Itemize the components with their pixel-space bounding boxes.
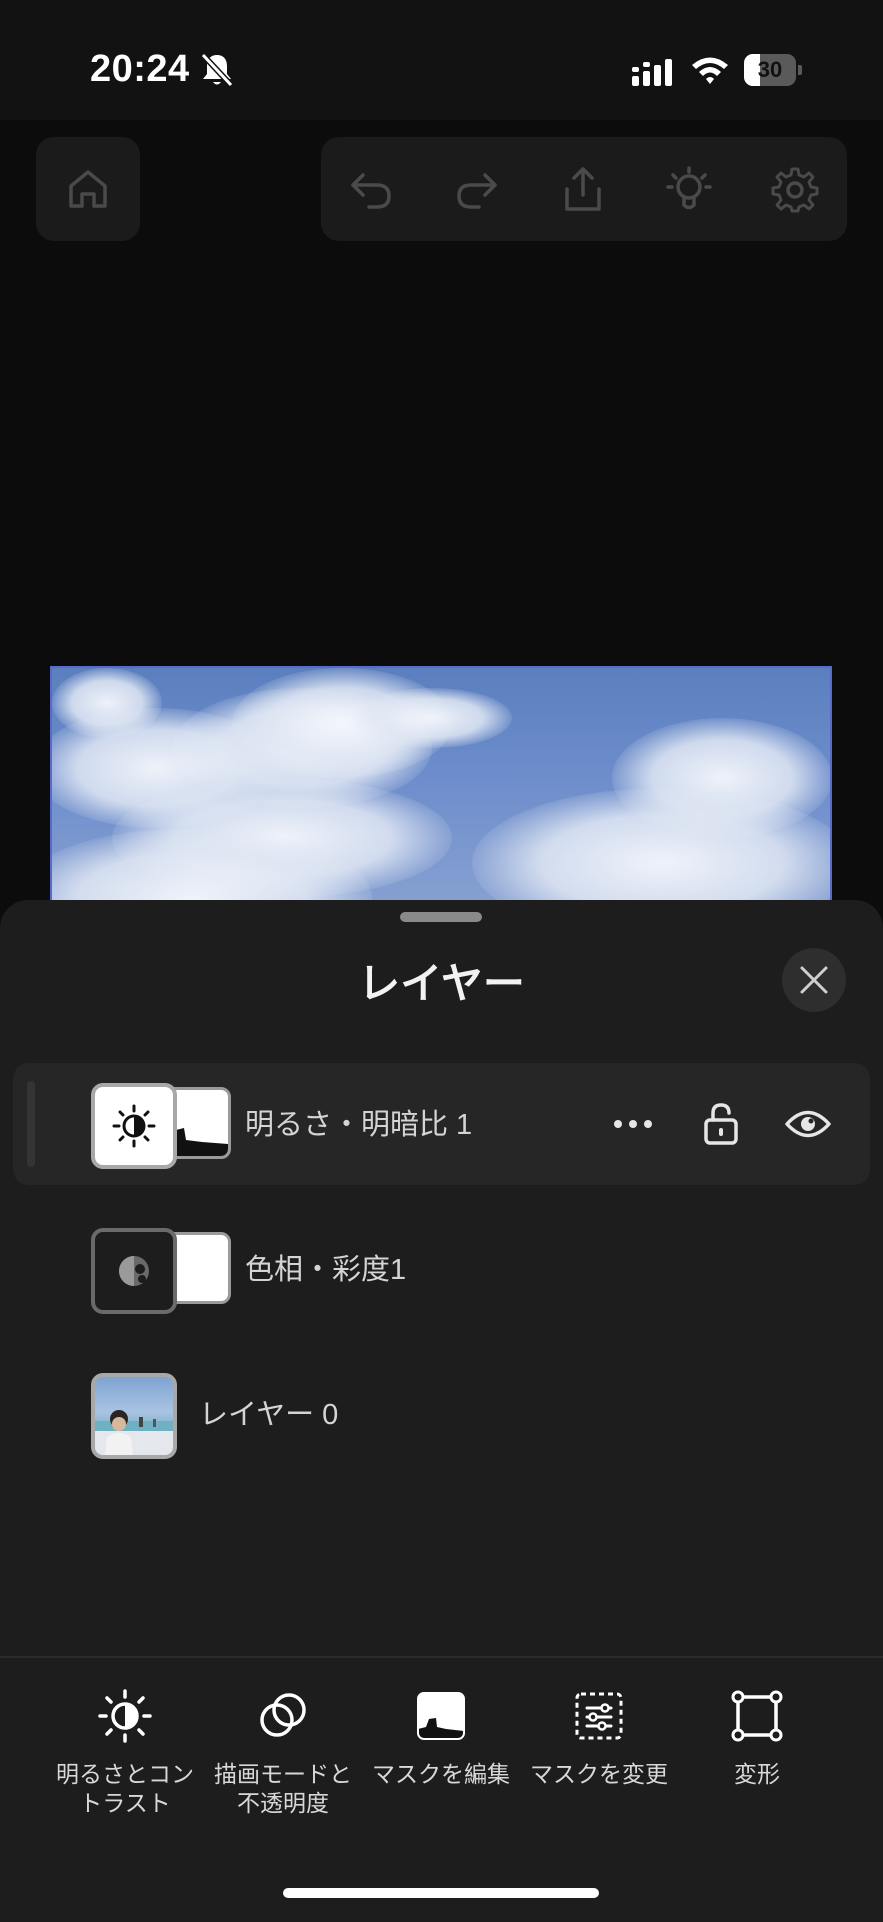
hue-saturation-icon: [119, 1256, 149, 1286]
unlock-icon: [704, 1103, 738, 1145]
action-label: マスクを編集: [372, 1761, 510, 1787]
more-icon: [614, 1120, 652, 1128]
battery-cap: [798, 65, 802, 75]
adjustment-thumbnail: [91, 1083, 177, 1169]
home-button[interactable]: [36, 137, 140, 241]
brightness-icon: [98, 1689, 152, 1743]
cellular-signal-icon: [632, 59, 672, 86]
action-label: マスクを変更: [530, 1761, 668, 1787]
mask-adjust-icon: [575, 1692, 623, 1740]
close-button[interactable]: [782, 948, 846, 1012]
battery-body: 30: [744, 54, 796, 86]
layer-thumbnail: [91, 1083, 239, 1169]
edit-toolbar: [321, 137, 847, 241]
transform-button[interactable]: 変形: [672, 1688, 842, 1789]
action-label: 描画モードと 不透明度: [214, 1761, 352, 1816]
edit-mask-button[interactable]: マスクを編集: [356, 1688, 526, 1789]
layer-name: 色相・彩度1: [245, 1254, 407, 1286]
adjustment-thumbnail: [91, 1228, 177, 1314]
transform-icon: [731, 1690, 783, 1742]
blend-mode-icon: [260, 1693, 306, 1737]
lightbulb-icon: [666, 166, 712, 210]
redo-button[interactable]: [452, 164, 502, 214]
share-button[interactable]: [558, 164, 608, 214]
layer-more-button[interactable]: [607, 1098, 659, 1150]
status-bar: 20:24 30: [0, 0, 883, 120]
layer-thumbnail: [91, 1228, 239, 1314]
layer-row-hue-saturation[interactable]: 色相・彩度1: [13, 1208, 870, 1330]
redo-icon: [457, 173, 497, 209]
home-icon: [69, 170, 107, 208]
undo-button[interactable]: [346, 164, 396, 214]
wifi-icon: [692, 57, 728, 84]
layer-name: 明るさ・明暗比 1: [245, 1109, 473, 1141]
eye-icon: [785, 1110, 831, 1138]
undo-icon: [351, 173, 391, 209]
mask-icon: [417, 1692, 465, 1740]
adjustment-action-bar: 明るさとコン トラスト 描画モードと 不透明度 マスクを編集 マスクを変更 変形: [0, 1656, 883, 1922]
close-icon: [800, 966, 828, 994]
canvas-image[interactable]: [50, 666, 832, 926]
layer-visibility-button[interactable]: [782, 1098, 834, 1150]
action-label: 変形: [734, 1761, 780, 1787]
blend-mode-opacity-button[interactable]: 描画モードと 不透明度: [198, 1688, 368, 1818]
home-indicator: [283, 1888, 599, 1898]
cloud: [352, 688, 512, 748]
layer-name: レイヤー 0: [199, 1399, 339, 1431]
settings-button[interactable]: [770, 164, 820, 214]
battery-indicator: 30: [744, 54, 802, 86]
photo-thumbnail: [91, 1373, 177, 1459]
tips-button[interactable]: [664, 164, 714, 214]
change-mask-button[interactable]: マスクを変更: [514, 1688, 684, 1789]
battery-level: 30: [757, 57, 783, 82]
brightness-contrast-button[interactable]: 明るさとコン トラスト: [40, 1688, 210, 1818]
action-label: 明るさとコン トラスト: [56, 1761, 194, 1816]
brightness-icon: [112, 1104, 156, 1148]
layer-lock-button[interactable]: [695, 1098, 747, 1150]
gear-icon: [771, 167, 819, 213]
status-time: 20:24: [90, 48, 190, 90]
drag-handle[interactable]: [27, 1081, 35, 1167]
sheet-grabber[interactable]: [400, 912, 482, 922]
share-icon: [565, 167, 601, 211]
layer-row-photo[interactable]: レイヤー 0: [13, 1353, 870, 1475]
layer-row-brightness[interactable]: 明るさ・明暗比 1: [13, 1063, 870, 1185]
sheet-title: レイヤー: [358, 960, 525, 1007]
bell-muted-icon: [200, 52, 234, 88]
cloud: [52, 668, 162, 738]
